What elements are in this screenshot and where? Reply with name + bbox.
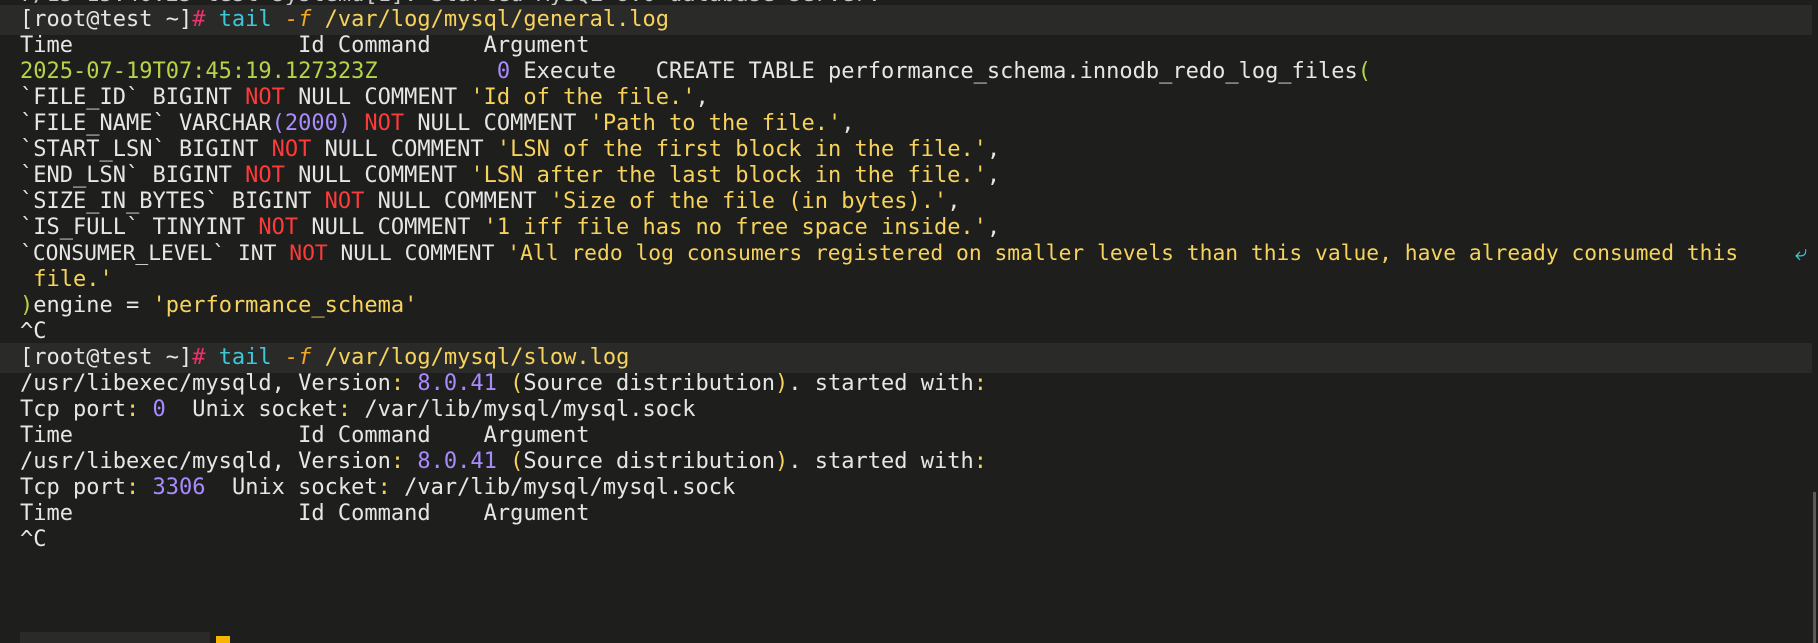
log-timestamp: 2025-07-19T07:45:19.127323Z bbox=[20, 59, 378, 84]
next-prompt-partial bbox=[20, 632, 210, 643]
log-command: Execute CREATE TABLE performance_schema.… bbox=[510, 59, 1358, 84]
scrollbar-thumb[interactable] bbox=[1813, 492, 1816, 643]
command-name: tail bbox=[218, 7, 272, 32]
line-wrap-icon: ⤶ bbox=[1795, 241, 1808, 266]
command-path: /var/log/mysql/slow.log bbox=[324, 345, 630, 370]
log-paren: ( bbox=[1357, 59, 1372, 84]
prompt-hash: # bbox=[192, 345, 206, 370]
interrupt-line: ^C bbox=[20, 527, 47, 552]
command-flag: -f bbox=[284, 345, 312, 370]
prompt-user: [root@test ~] bbox=[20, 7, 193, 32]
sql-column-line: `CONSUMER_LEVEL` INT NOT NULL COMMENT 'A… bbox=[20, 241, 1739, 266]
prompt-user: [root@test ~] bbox=[20, 345, 193, 370]
command-name: tail bbox=[218, 345, 272, 370]
text-cursor bbox=[216, 636, 230, 643]
log-thread-id: 0 bbox=[496, 59, 511, 84]
sql-engine-line: )engine = 'performance_schema' bbox=[20, 293, 418, 318]
command-flag: -f bbox=[284, 7, 312, 32]
prompt-hash: # bbox=[192, 7, 206, 32]
terminal-window[interactable]: 7/15 15:40:25 test systemd[1]: Started M… bbox=[0, 0, 1818, 643]
command-path: /var/log/mysql/general.log bbox=[324, 7, 670, 32]
slow-log-header: Time Id Command Argument bbox=[20, 501, 590, 526]
